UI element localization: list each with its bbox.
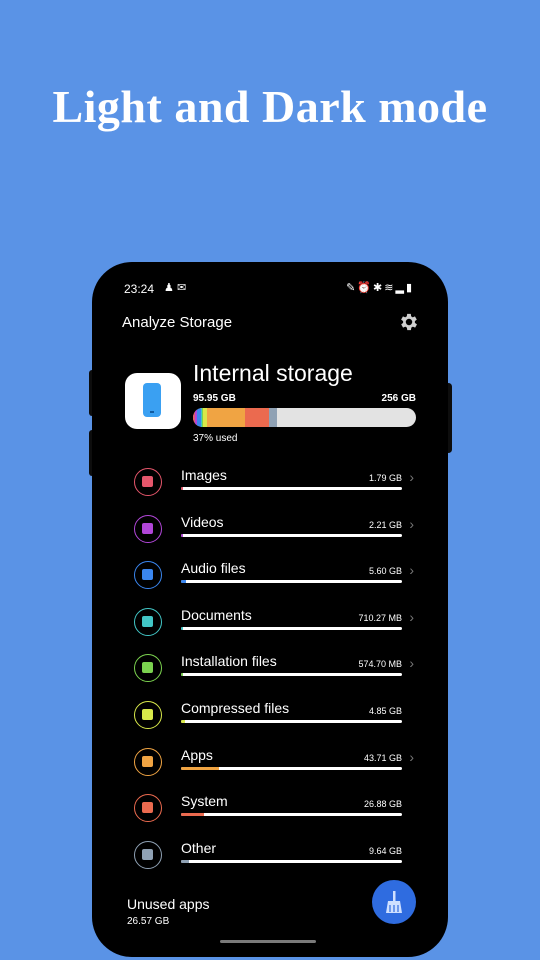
category-usage-fill xyxy=(181,487,183,490)
category-name: Audio files xyxy=(181,560,246,577)
image-icon xyxy=(134,468,162,496)
category-usage-bar xyxy=(181,813,402,817)
category-row[interactable]: Installation files 574.70 MB › xyxy=(92,650,448,696)
category-size: 2.21 GB xyxy=(368,519,402,530)
bluetooth-icon: ✱ xyxy=(373,282,385,294)
category-usage-bar xyxy=(181,533,402,537)
category-usage-bar xyxy=(181,626,402,630)
phone-storage-icon xyxy=(125,373,181,429)
notification-icon: ✉ xyxy=(176,282,187,294)
notification-icon: ♟ xyxy=(164,282,174,294)
category-row[interactable]: Audio files 5.60 GB › xyxy=(92,557,448,603)
category-usage-fill xyxy=(181,813,205,817)
storage-usage-bar xyxy=(193,408,416,427)
system-icon xyxy=(134,794,162,823)
category-size: 4.85 GB xyxy=(368,706,402,716)
category-row[interactable]: Images 1.79 GB › xyxy=(92,464,448,510)
category-size: 26.88 GB xyxy=(363,799,402,810)
category-usage-bar xyxy=(181,859,402,863)
category-size: 43.71 GB xyxy=(363,752,402,763)
home-indicator xyxy=(220,940,316,943)
video-icon xyxy=(134,514,162,543)
signal-icon: ▂ xyxy=(395,282,406,294)
unused-apps-size: 26.57 GB xyxy=(127,916,170,927)
headphones-icon xyxy=(134,561,162,590)
status-time: 23:24 xyxy=(124,282,155,296)
archive-folder-icon xyxy=(134,701,162,729)
category-usage-bar xyxy=(181,720,402,723)
category-name: Compressed files xyxy=(181,700,290,716)
category-name: Apps xyxy=(181,746,213,763)
category-usage-fill xyxy=(181,533,183,537)
category-usage-fill xyxy=(181,580,186,584)
chevron-right-icon: › xyxy=(409,748,414,765)
category-row[interactable]: Apps 43.71 GB › xyxy=(92,744,448,790)
wifi-icon: ≋ xyxy=(384,282,396,294)
category-size: 5.60 GB xyxy=(368,566,402,577)
storage-title: Internal storage xyxy=(193,360,353,386)
chevron-right-icon: › xyxy=(409,562,414,579)
headline: Light and Dark mode xyxy=(52,81,488,132)
category-row[interactable]: Compressed files 4.85 GB xyxy=(92,697,448,743)
unused-apps-label[interactable]: Unused apps xyxy=(127,896,210,912)
page-title: Analyze Storage xyxy=(122,314,233,331)
category-size: 9.64 GB xyxy=(368,845,402,856)
category-size: 1.79 GB xyxy=(368,473,402,483)
android-icon xyxy=(134,654,162,683)
category-name: Installation files xyxy=(181,653,277,670)
notification-icons: ♟ ✉ xyxy=(164,281,186,294)
category-usage-fill xyxy=(181,766,219,770)
storage-bar-segment xyxy=(245,408,269,427)
category-name: Videos xyxy=(181,513,224,530)
chevron-right-icon: › xyxy=(409,608,414,625)
category-name: System xyxy=(181,793,228,810)
phone-screen: 23:24 ♟ ✉ ✎⏰✱≋▂▮ Analyze Storage Interna… xyxy=(92,262,448,957)
category-row[interactable]: System 26.88 GB xyxy=(92,790,448,836)
category-usage-fill xyxy=(181,859,190,863)
category-row[interactable]: Videos 2.21 GB › xyxy=(92,511,448,557)
status-bar: 23:24 ♟ ✉ ✎⏰✱≋▂▮ xyxy=(92,280,448,300)
system-icons: ✎⏰✱≋▂▮ xyxy=(346,281,414,294)
gears-icon xyxy=(134,840,162,869)
category-size: 710.27 MB xyxy=(358,612,402,623)
apps-icon xyxy=(134,747,162,776)
category-name: Images xyxy=(181,467,227,483)
category-usage-fill xyxy=(181,626,183,630)
clean-button[interactable] xyxy=(372,880,416,924)
category-name: Other xyxy=(181,839,217,856)
broom-icon xyxy=(386,891,402,913)
category-row[interactable]: Other 9.64 GB xyxy=(92,837,448,883)
category-name: Documents xyxy=(181,606,252,623)
category-row[interactable]: Documents 710.27 MB › xyxy=(92,604,448,650)
document-icon xyxy=(134,607,162,636)
pen-icon: ✎ xyxy=(346,282,358,294)
category-usage-bar xyxy=(181,673,402,677)
used-percent: 37% used xyxy=(193,433,238,444)
category-size: 574.70 MB xyxy=(358,659,402,670)
category-usage-fill xyxy=(181,720,186,723)
category-usage-fill xyxy=(181,673,183,677)
category-usage-bar xyxy=(181,487,402,490)
chevron-right-icon: › xyxy=(409,655,414,672)
storage-bar-segment xyxy=(207,408,246,427)
gear-icon[interactable] xyxy=(398,311,420,333)
chevron-right-icon: › xyxy=(409,515,414,532)
total-size: 256 GB xyxy=(381,393,416,404)
used-size: 95.95 GB xyxy=(193,393,236,404)
category-usage-bar xyxy=(181,766,402,770)
category-usage-bar xyxy=(181,580,402,584)
chevron-right-icon: › xyxy=(409,469,414,485)
battery-icon: ▮ xyxy=(405,282,414,294)
storage-bar-segment xyxy=(268,408,278,427)
alarm-icon: ⏰ xyxy=(357,282,374,294)
